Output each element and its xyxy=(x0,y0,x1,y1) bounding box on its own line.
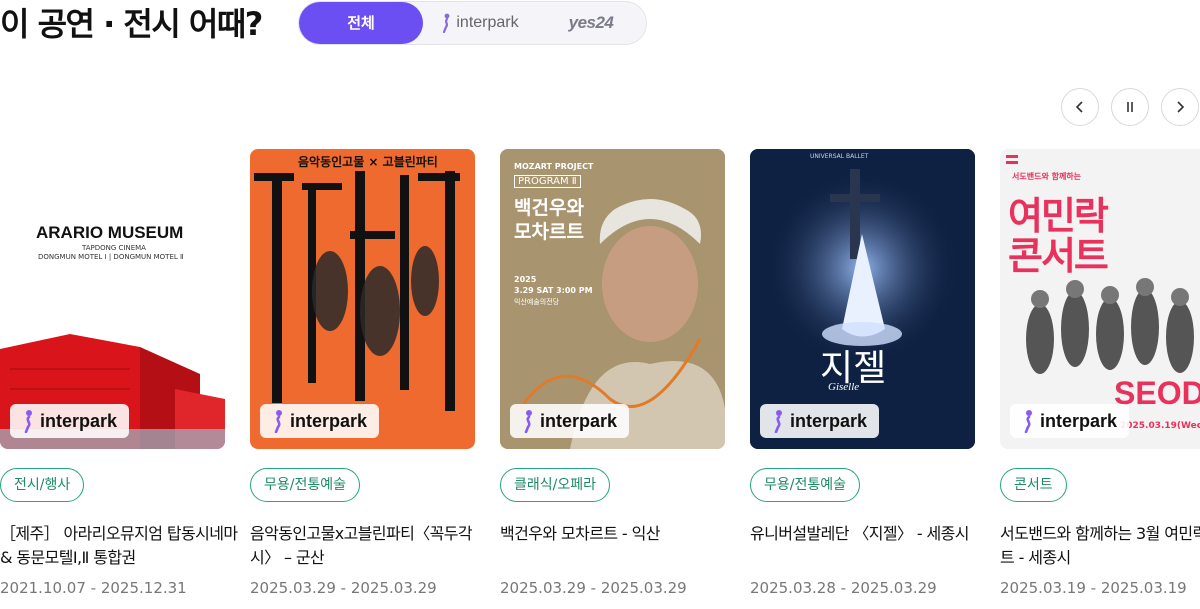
performance-date: 2025.03.19 - 2025.03.19 xyxy=(1000,579,1187,597)
poster-text: Giselle xyxy=(828,381,860,393)
interpark-badge: interpark xyxy=(260,404,380,438)
chevron-left-icon xyxy=(1075,101,1083,113)
interpark-logo-icon xyxy=(274,410,282,433)
interpark-logo-icon xyxy=(524,410,532,433)
carousel-prev-button[interactable] xyxy=(1061,88,1099,126)
performance-title[interactable]: ［제주］ 아라리오뮤지엄 탑동시네마 & 동문모텔Ⅰ,Ⅱ 통합권 xyxy=(0,522,240,570)
poster-text: 2025.03.19(Wed) xyxy=(1120,421,1200,431)
interpark-badge: interpark xyxy=(760,404,880,438)
chevron-right-icon xyxy=(1177,101,1185,113)
interpark-logo-icon xyxy=(443,13,450,33)
performance-date: 2025.03.29 - 2025.03.29 xyxy=(250,579,437,597)
performance-title[interactable]: 음악동인고물x고블린파티〈꼭두각시〉 – 군산 xyxy=(250,522,490,570)
interpark-logo-icon xyxy=(24,410,32,433)
category-tag: 전시/행사 xyxy=(0,468,85,502)
poster-text: MOZART PROJECT xyxy=(514,162,594,171)
carousel-next-button[interactable] xyxy=(1161,88,1199,126)
badge-label: interpark xyxy=(540,410,618,431)
poster-text: 3.29 SAT 3:00 PM xyxy=(514,286,593,295)
badge-label: interpark xyxy=(790,410,868,431)
performance-date: 2021.10.07 - 2025.12.31 xyxy=(0,579,187,597)
poster-text: UNIVERSAL BALLET xyxy=(810,153,869,160)
category-tag: 무용/전통예술 xyxy=(250,468,360,502)
badge-label: interpark xyxy=(290,410,368,431)
carousel-pause-button[interactable] xyxy=(1111,88,1149,126)
interpark-badge: interpark xyxy=(1010,404,1130,438)
category-tag: 무용/전통예술 xyxy=(750,468,860,502)
tab-interpark[interactable]: interpark xyxy=(425,2,535,44)
poster-text: PROGRAM Ⅱ xyxy=(514,175,581,188)
poster-text: ARARIO MUSEUM xyxy=(36,223,184,242)
poster-text: 백건우와 xyxy=(514,197,584,219)
poster-text: 2025 xyxy=(514,275,537,284)
tab-yes24[interactable]: yes24 xyxy=(537,2,645,44)
performance-date: 2025.03.28 - 2025.03.29 xyxy=(750,579,937,597)
category-tag: 콘서트 xyxy=(1000,468,1067,502)
provider-filter-tabs: 전체 interpark yes24 xyxy=(298,1,647,45)
poster-text: 콘서트 xyxy=(1008,234,1109,278)
performance-title[interactable]: 백건우와 모차르트 - 익산 xyxy=(500,522,740,546)
performance-title[interactable]: 서도밴드와 함께하는 3월 여민락콘서트 - 세종시 xyxy=(1000,522,1200,570)
tab-interpark-label: interpark xyxy=(456,14,519,31)
performance-title[interactable]: 유니버설발레단 〈지젤〉 - 세종시 xyxy=(750,522,990,546)
poster-text: 서도밴드와 함께하는 xyxy=(1012,172,1082,181)
poster-text: 음악동인고물 × 고블린파티 xyxy=(298,155,438,169)
dancers-graphic xyxy=(254,171,460,411)
performance-card[interactable]: 서도밴드와 함께하는 여민락 콘서트 SEODO 2025.03.19(Wed)… xyxy=(1000,149,1200,609)
poster-text: 익산예술의전당 xyxy=(514,298,560,306)
section-title: 이 공연 · 전시 어때? xyxy=(0,5,263,43)
interpark-badge: interpark xyxy=(10,404,130,438)
tab-all[interactable]: 전체 xyxy=(299,2,423,44)
category-tag: 클래식/오페라 xyxy=(500,468,610,502)
poster-text: TAPDONG CINEMA xyxy=(82,244,146,252)
poster-text: DONGMUN MOTEL Ⅰ | DONGMUN MOTEL Ⅱ xyxy=(38,253,184,261)
interpark-badge: interpark xyxy=(510,404,630,438)
interpark-logo-icon xyxy=(774,410,782,433)
pause-icon xyxy=(1127,102,1133,112)
performance-date: 2025.03.29 - 2025.03.29 xyxy=(500,579,687,597)
badge-label: interpark xyxy=(1040,410,1118,431)
interpark-logo-icon xyxy=(1024,410,1032,433)
badge-label: interpark xyxy=(40,410,118,431)
poster-text: 모차르트 xyxy=(514,221,584,243)
